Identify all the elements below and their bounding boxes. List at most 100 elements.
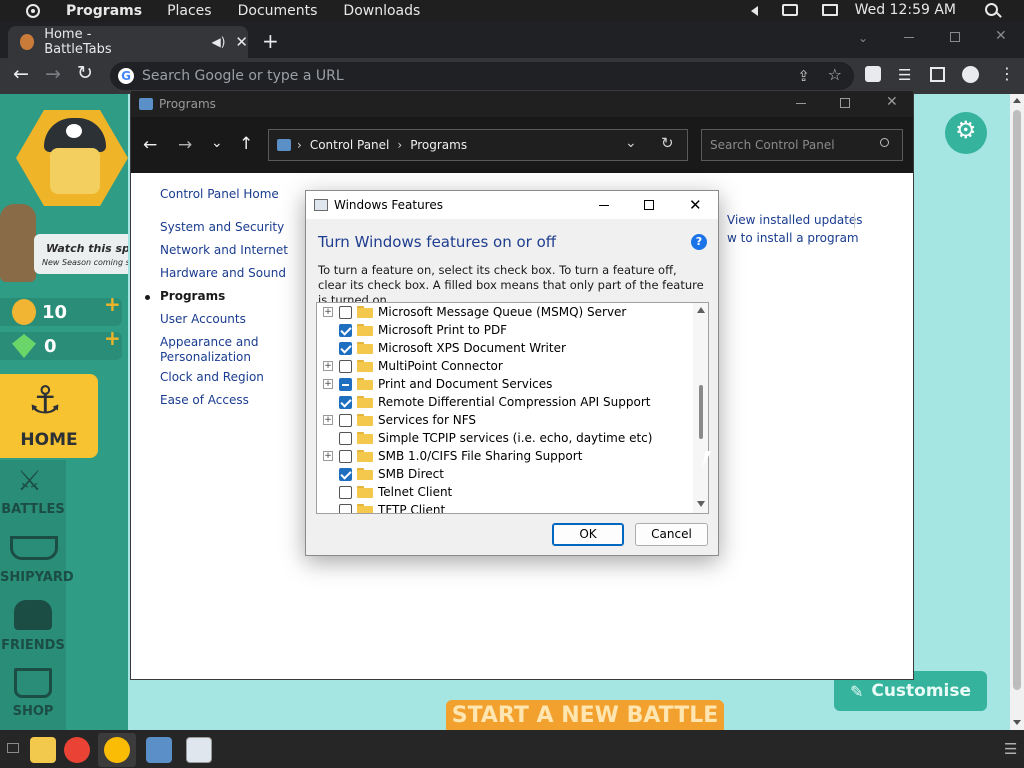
chrome-icon[interactable] (64, 737, 90, 763)
feature-row[interactable]: Microsoft Print to PDF (317, 321, 692, 339)
feature-checkbox[interactable] (339, 305, 352, 319)
wf-close-icon[interactable]: ✕ (689, 196, 702, 214)
cp-home-link[interactable]: Control Panel Home (160, 187, 279, 201)
address-refresh-icon[interactable]: ↻ (661, 134, 674, 152)
features-scrollbar[interactable] (693, 303, 708, 513)
scroll-down-icon[interactable] (1013, 720, 1021, 725)
cp-search-icon[interactable] (880, 138, 889, 147)
profile-icon[interactable] (962, 66, 979, 83)
cp-search-input[interactable]: Search Control Panel (701, 129, 903, 161)
feature-checkbox[interactable] (339, 341, 352, 355)
cp-maximize-icon[interactable] (840, 98, 850, 108)
feature-checkbox[interactable] (339, 395, 352, 409)
ok-button[interactable]: OK (552, 523, 624, 546)
scroll-down-icon[interactable] (697, 501, 705, 507)
speaker-icon[interactable]: ◀) (212, 35, 226, 49)
cp-minimize-icon[interactable] (796, 103, 806, 104)
feature-checkbox[interactable] (339, 413, 352, 427)
feature-checkbox[interactable] (339, 359, 352, 373)
cp-link-appearance[interactable]: Appearance and Personalization (160, 335, 270, 365)
feature-row[interactable]: SMB Direct (317, 465, 692, 483)
how-to-install-link[interactable]: w to install a program (727, 231, 859, 245)
back-icon[interactable]: ← (13, 63, 29, 85)
scroll-up-icon[interactable] (1013, 98, 1021, 103)
scroll-thumb[interactable] (699, 385, 703, 439)
page-scrollbar[interactable] (1010, 94, 1024, 730)
feature-row[interactable]: TFTP Client (317, 501, 692, 513)
cp-back-icon[interactable]: ← (143, 135, 157, 155)
control-panel-task-icon[interactable] (146, 737, 172, 763)
new-tab-icon[interactable]: + (262, 29, 279, 53)
feature-checkbox[interactable] (339, 431, 352, 445)
reload-icon[interactable]: ↻ (77, 62, 93, 84)
reading-list-icon[interactable]: ☰ (898, 66, 911, 84)
activities-icon[interactable] (26, 4, 40, 18)
help-icon[interactable]: ? (691, 234, 707, 250)
menu-programs[interactable]: Programs (66, 3, 142, 19)
breadcrumb-control-panel[interactable]: Control Panel (310, 138, 390, 152)
cp-up-icon[interactable]: ↑ (239, 134, 253, 154)
add-gems-icon[interactable]: + (104, 326, 121, 350)
extensions-icon[interactable] (865, 66, 881, 82)
windows-features-task-icon[interactable] (186, 737, 212, 763)
expand-icon[interactable]: + (323, 307, 333, 317)
menu-downloads[interactable]: Downloads (343, 3, 420, 19)
feature-row[interactable]: Telnet Client (317, 483, 692, 501)
triangle-left-icon[interactable] (751, 6, 758, 16)
display-icon[interactable] (822, 4, 838, 16)
feature-checkbox[interactable] (339, 485, 352, 499)
feature-row[interactable]: + Microsoft Message Queue (MSMQ) Server (317, 303, 692, 321)
share-icon[interactable]: ⇪ (797, 67, 810, 85)
breadcrumb-programs[interactable]: Programs (410, 138, 467, 152)
cp-recent-icon[interactable]: ⌄ (211, 135, 223, 151)
forward-icon[interactable]: → (45, 63, 61, 85)
feature-row[interactable]: Remote Differential Compression API Supp… (317, 393, 692, 411)
file-manager-icon[interactable] (30, 737, 56, 763)
feature-checkbox[interactable] (339, 467, 352, 481)
cp-link-system-security[interactable]: System and Security (160, 220, 284, 234)
settings-button[interactable]: ⚙ (945, 112, 987, 154)
feature-row[interactable]: + Print and Document Services (317, 375, 692, 393)
bookmark-star-icon[interactable]: ☆ (828, 65, 842, 84)
cp-link-network[interactable]: Network and Internet (160, 243, 288, 257)
nav-shop[interactable]: SHOP (0, 664, 66, 722)
feature-checkbox[interactable] (339, 503, 352, 513)
feature-checkbox[interactable] (339, 377, 352, 391)
nav-shipyard[interactable]: SHIPYARD (0, 530, 74, 588)
side-panel-icon[interactable] (930, 67, 945, 82)
feature-row[interactable]: + SMB 1.0/CIFS File Sharing Support (317, 447, 692, 465)
taskbar-menu-icon[interactable]: ☰ (1004, 740, 1017, 758)
menu-documents[interactable]: Documents (238, 3, 318, 19)
feature-row[interactable]: Microsoft XPS Document Writer (317, 339, 692, 357)
cp-link-ease-of-access[interactable]: Ease of Access (160, 393, 249, 407)
feature-checkbox[interactable] (339, 449, 352, 463)
cp-link-clock-region[interactable]: Clock and Region (160, 370, 264, 384)
cp-link-hardware[interactable]: Hardware and Sound (160, 266, 286, 280)
tab-search-icon[interactable]: ⌄ (858, 31, 868, 45)
clock[interactable]: Wed 12:59 AM (855, 2, 956, 18)
window-minimize-icon[interactable] (904, 37, 914, 38)
browser-tab[interactable]: Home - BattleTabs ◀) ✕ (8, 26, 248, 58)
cp-link-user-accounts[interactable]: User Accounts (160, 312, 246, 326)
menu-places[interactable]: Places (167, 3, 212, 19)
expand-icon[interactable]: + (323, 415, 333, 425)
scroll-up-icon[interactable] (697, 307, 705, 313)
wf-maximize-icon[interactable] (644, 200, 654, 210)
tab-close-icon[interactable]: ✕ (235, 33, 248, 51)
chrome-icon-2[interactable] (104, 737, 130, 763)
cp-forward-icon[interactable]: → (178, 135, 192, 155)
window-restore-icon[interactable] (950, 32, 960, 42)
address-dropdown-icon[interactable]: ⌄ (625, 135, 637, 151)
feature-checkbox[interactable] (339, 323, 352, 337)
expand-icon[interactable]: + (323, 361, 333, 371)
network-icon[interactable] (782, 4, 798, 16)
cp-close-icon[interactable]: ✕ (886, 94, 898, 110)
cp-link-programs[interactable]: Programs (160, 289, 225, 303)
view-installed-updates-link[interactable]: View installed updates (727, 213, 863, 227)
feature-row[interactable]: + MultiPoint Connector (317, 357, 692, 375)
scroll-thumb[interactable] (1013, 110, 1021, 690)
cancel-button[interactable]: Cancel (635, 523, 708, 546)
feature-row[interactable]: Simple TCPIP services (i.e. echo, daytim… (317, 429, 692, 447)
show-desktop-icon[interactable] (7, 743, 19, 753)
cp-address-bar[interactable]: › Control Panel › Programs ⌄ ↻ (268, 129, 688, 161)
